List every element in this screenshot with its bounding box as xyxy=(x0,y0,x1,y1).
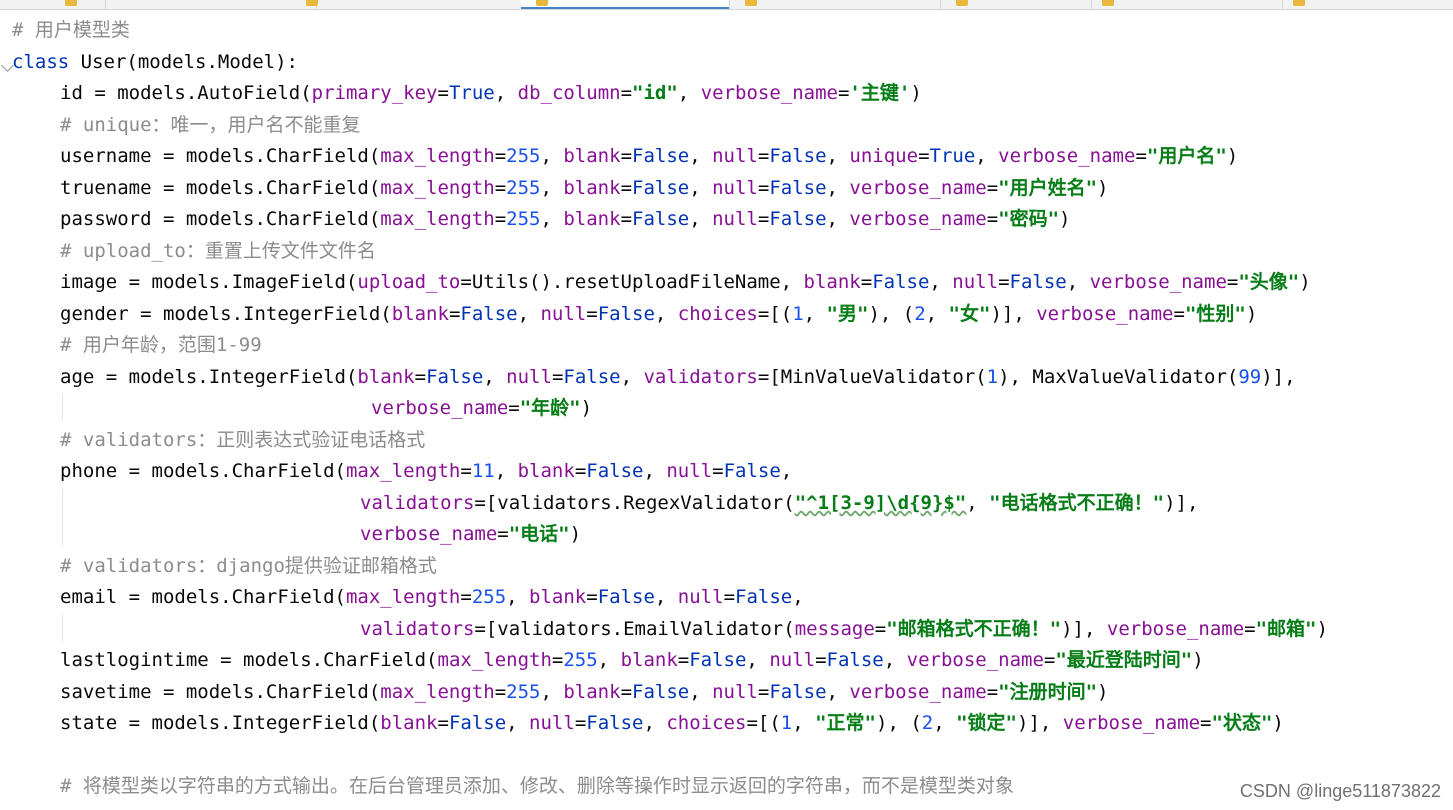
editor-tab[interactable] xyxy=(1283,0,1453,9)
python-file-icon xyxy=(1102,0,1114,6)
indent-guide xyxy=(62,394,63,420)
code-line-field-password: password = models.CharField(max_length=2… xyxy=(60,208,1071,230)
python-file-icon xyxy=(1293,0,1305,6)
code-line-field-age: age = models.IntegerField(blank=False, n… xyxy=(60,366,1296,388)
python-file-icon xyxy=(745,0,757,6)
python-file-icon xyxy=(306,0,318,6)
code-line-comment: # validators：django提供验证邮箱格式 xyxy=(60,555,437,577)
code-line-continuation: verbose_name="电话") xyxy=(360,523,582,545)
editor-tab[interactable] xyxy=(1092,0,1283,9)
code-line-field-image: image = models.ImageField(upload_to=Util… xyxy=(60,271,1311,293)
code-line-continuation: validators=[validators.RegexValidator("^… xyxy=(360,492,1199,514)
code-line-comment: # validators：正则表达式验证电话格式 xyxy=(60,429,426,451)
code-line-field-id: id = models.AutoField(primary_key=True, … xyxy=(60,82,922,104)
code-line-continuation: verbose_name="年龄") xyxy=(371,397,593,419)
csdn-watermark: CSDN @linge511873822 xyxy=(1239,781,1441,802)
code-line-field-state: state = models.IntegerField(blank=False,… xyxy=(60,712,1284,734)
indent-guide xyxy=(62,615,63,641)
python-file-icon xyxy=(65,0,77,6)
code-line-field-username: username = models.CharField(max_length=2… xyxy=(60,145,1239,167)
editor-tab[interactable] xyxy=(0,0,106,9)
code-line-field-truename: truename = models.CharField(max_length=2… xyxy=(60,177,1109,199)
code-line-comment: # unique：唯一，用户名不能重复 xyxy=(60,114,361,136)
code-line-continuation: validators=[validators.EmailValidator(me… xyxy=(360,618,1328,640)
python-file-icon xyxy=(536,0,548,6)
code-line-comment: # 用户年龄，范围1-99 xyxy=(60,334,262,356)
code-editor[interactable]: # 用户模型类 class User(models.Model): id = m… xyxy=(0,10,1453,810)
code-line-field-gender: gender = models.IntegerField(blank=False… xyxy=(60,303,1258,325)
code-line-field-email: email = models.CharField(max_length=255,… xyxy=(60,586,804,608)
python-file-icon xyxy=(956,0,968,6)
indent-guide xyxy=(62,489,63,546)
code-line-field-savetime: savetime = models.CharField(max_length=2… xyxy=(60,681,1109,703)
code-line-class-def: class User(models.Model): xyxy=(12,51,298,73)
editor-tab-bar xyxy=(0,0,1453,10)
code-line-comment: # upload_to：重置上传文件文件名 xyxy=(60,240,376,262)
code-line-comment: # 用户模型类 xyxy=(12,19,130,41)
editor-tab[interactable] xyxy=(941,0,1092,9)
code-line-comment: # 将模型类以字符串的方式输出。在后台管理员添加、修改、删除等操作时显示返回的字… xyxy=(60,775,1014,797)
code-line-field-phone: phone = models.CharField(max_length=11, … xyxy=(60,460,793,482)
code-line-field-lastlogintime: lastlogintime = models.CharField(max_len… xyxy=(60,649,1204,671)
editor-tab[interactable] xyxy=(730,0,941,9)
editor-tab[interactable] xyxy=(106,0,318,9)
editor-tab-active[interactable] xyxy=(521,0,730,9)
